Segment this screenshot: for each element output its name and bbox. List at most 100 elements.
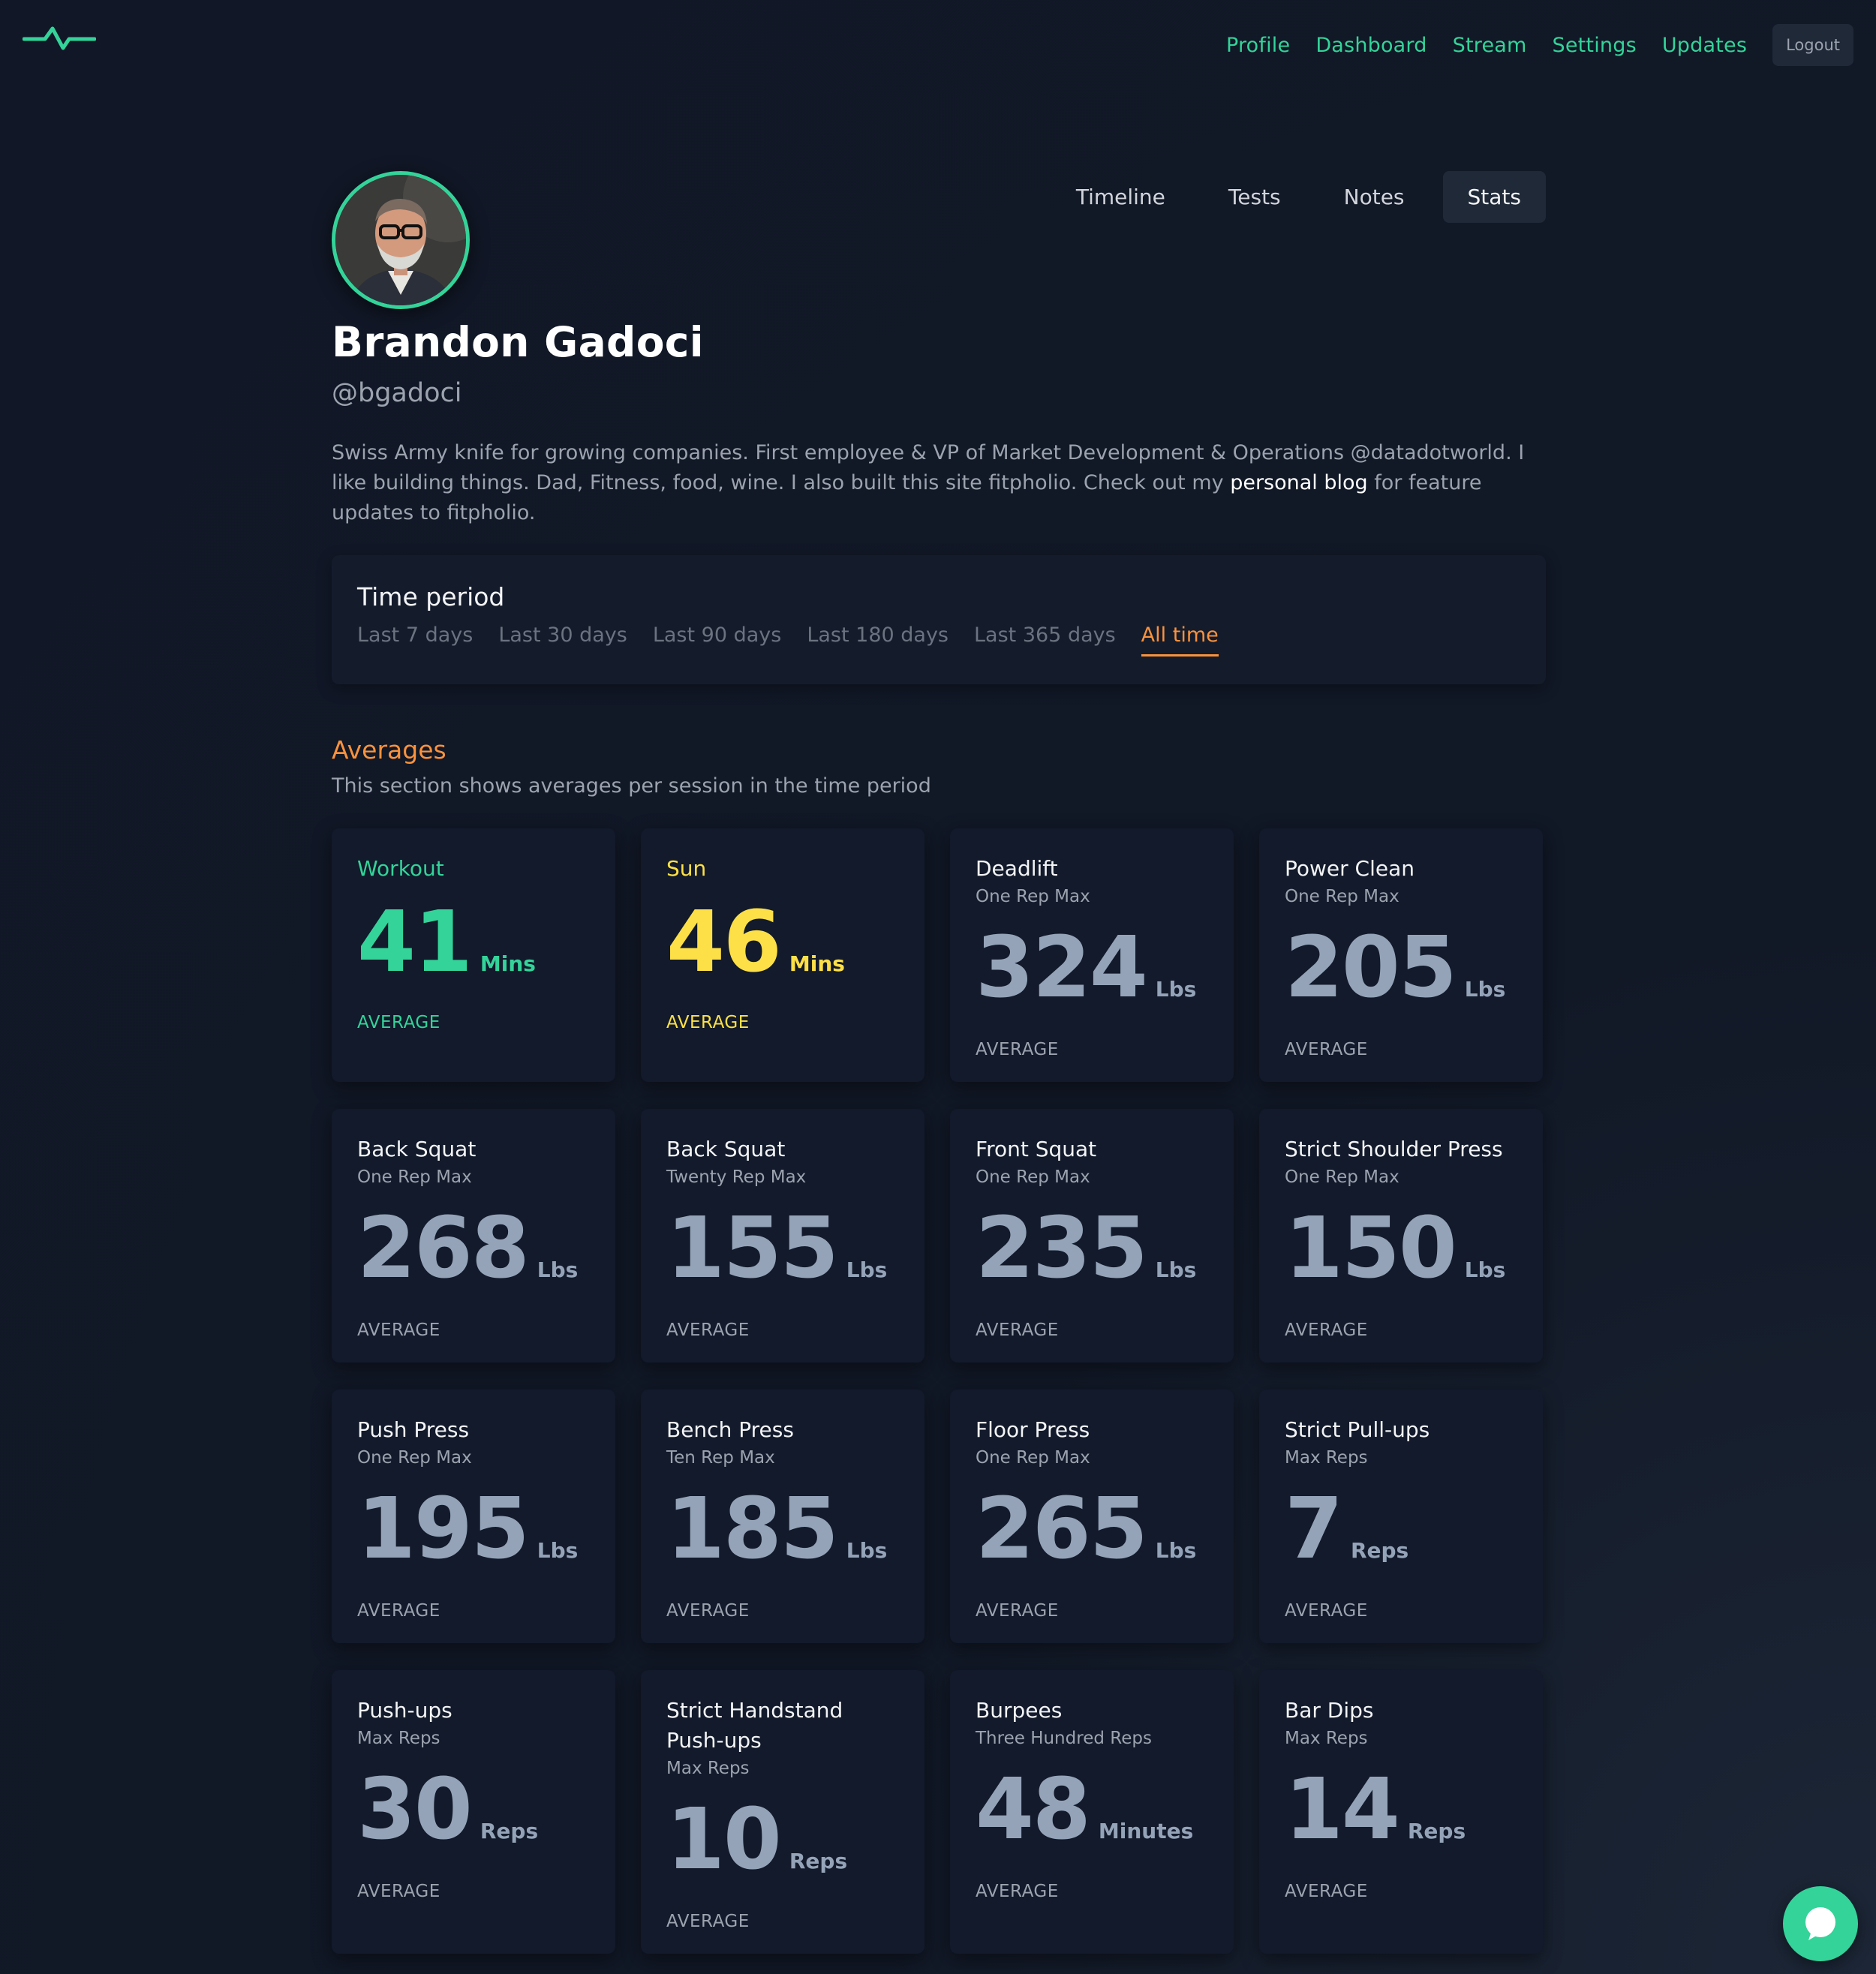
chat-bubble-icon	[1805, 1907, 1835, 1940]
stat-card-value-row: 46 Mins	[666, 900, 845, 984]
stat-card[interactable]: Sun 46 Mins AVERAGE	[641, 828, 924, 1082]
stat-card-value: 235	[976, 1200, 1148, 1297]
logout-button[interactable]: Logout	[1772, 24, 1853, 66]
stat-card-unit: Lbs	[1155, 1538, 1197, 1563]
stat-card-unit: Reps	[1407, 1819, 1466, 1843]
stat-card-subtitle: Max Reps	[1285, 1729, 1368, 1748]
stat-card-label: AVERAGE	[357, 1601, 440, 1621]
stat-card-value-row: 7 Reps	[1285, 1487, 1409, 1571]
nav-link-dashboard[interactable]: Dashboard	[1315, 34, 1427, 57]
stat-card-value: 10	[666, 1791, 782, 1888]
stat-card[interactable]: Bar Dips Max Reps 14 Reps AVERAGE	[1259, 1670, 1543, 1954]
chat-button[interactable]	[1783, 1886, 1858, 1961]
stat-card-subtitle: One Rep Max	[976, 1448, 1090, 1468]
stat-card[interactable]: Push-ups Max Reps 30 Reps AVERAGE	[332, 1670, 615, 1954]
stat-card-title: Front Squat	[976, 1137, 1097, 1161]
tab-stats[interactable]: Stats	[1442, 171, 1546, 223]
stat-card-subtitle: Twenty Rep Max	[666, 1167, 807, 1187]
nav-link-updates[interactable]: Updates	[1662, 34, 1747, 57]
averages-title: Averages	[332, 735, 446, 765]
stat-card-value-row: 324 Lbs	[976, 926, 1196, 1010]
stat-card-value: 41	[357, 894, 473, 991]
stat-card[interactable]: Front Squat One Rep Max 235 Lbs AVERAGE	[950, 1109, 1234, 1363]
time-period-panel: Time period Last 7 days Last 30 days Las…	[332, 555, 1546, 684]
stat-card-label: AVERAGE	[976, 1321, 1059, 1340]
stat-card[interactable]: Bench Press Ten Rep Max 185 Lbs AVERAGE	[641, 1390, 924, 1643]
stat-card-subtitle: Max Reps	[1285, 1448, 1368, 1468]
stat-card-value-row: 14 Reps	[1285, 1768, 1466, 1852]
stat-card-unit: Mins	[480, 951, 536, 976]
stat-card-unit: Lbs	[846, 1257, 888, 1282]
stat-card[interactable]: Floor Press One Rep Max 265 Lbs AVERAGE	[950, 1390, 1234, 1643]
stat-card-title: Strict Handstand Push-ups	[666, 1698, 843, 1753]
stat-card-unit: Lbs	[1155, 1257, 1197, 1282]
stat-card-value: 155	[666, 1200, 839, 1297]
time-period-title: Time period	[357, 582, 505, 611]
stat-card-label: AVERAGE	[1285, 1882, 1368, 1901]
stat-card-unit: Mins	[789, 951, 845, 976]
stat-card-value-row: 265 Lbs	[976, 1487, 1196, 1571]
period-option-365-days[interactable]: Last 365 days	[974, 623, 1116, 656]
stat-card[interactable]: Back Squat Twenty Rep Max 155 Lbs AVERAGE	[641, 1109, 924, 1363]
stat-card-value-row: 268 Lbs	[357, 1206, 578, 1290]
stat-card-value: 195	[357, 1480, 530, 1578]
stat-card-title: Back Squat	[666, 1137, 786, 1161]
stat-card-value-row: 185 Lbs	[666, 1487, 887, 1571]
stat-card-value-row: 48 Minutes	[976, 1768, 1193, 1852]
tab-timeline[interactable]: Timeline	[1051, 171, 1190, 223]
stat-card-label: AVERAGE	[666, 1321, 750, 1340]
stat-card[interactable]: Back Squat One Rep Max 268 Lbs AVERAGE	[332, 1109, 615, 1363]
period-option-all-time[interactable]: All time	[1141, 623, 1219, 656]
stat-card[interactable]: Strict Handstand Push-ups Max Reps 10 Reps A…	[641, 1670, 924, 1954]
stat-card-value: 30	[357, 1761, 473, 1858]
pulse-icon[interactable]	[23, 23, 96, 53]
stat-card-unit: Lbs	[1155, 977, 1197, 1002]
stat-card-title: Bench Press	[666, 1417, 794, 1442]
stat-card-subtitle: One Rep Max	[976, 887, 1090, 906]
period-option-7-days[interactable]: Last 7 days	[357, 623, 473, 656]
stat-card[interactable]: Power Clean One Rep Max 205 Lbs AVERAGE	[1259, 828, 1543, 1082]
stat-card-title: Back Squat	[357, 1137, 477, 1161]
period-option-30-days[interactable]: Last 30 days	[498, 623, 627, 656]
period-option-180-days[interactable]: Last 180 days	[807, 623, 949, 656]
personal-blog-link[interactable]: personal blog	[1230, 471, 1367, 494]
nav-link-stream[interactable]: Stream	[1453, 34, 1527, 57]
stat-card-subtitle: One Rep Max	[357, 1448, 472, 1468]
stat-card[interactable]: Push Press One Rep Max 195 Lbs AVERAGE	[332, 1390, 615, 1643]
stat-card-title: Burpees	[976, 1698, 1063, 1723]
stat-card-title: Push-ups	[357, 1698, 452, 1723]
stat-card-label: AVERAGE	[666, 1912, 750, 1931]
profile-name: Brandon Gadoci	[332, 318, 704, 366]
stat-card-label: AVERAGE	[666, 1601, 750, 1621]
profile-tabs: Timeline Tests Notes Stats	[1038, 171, 1546, 223]
stat-card[interactable]: Strict Pull-ups Max Reps 7 Reps AVERAGE	[1259, 1390, 1543, 1643]
stat-card-subtitle: Ten Rep Max	[666, 1448, 775, 1468]
stat-card[interactable]: Deadlift One Rep Max 324 Lbs AVERAGE	[950, 828, 1234, 1082]
nav-link-settings[interactable]: Settings	[1553, 34, 1637, 57]
profile-bio: Swiss Army knife for growing companies. …	[332, 438, 1546, 528]
stat-card-subtitle: One Rep Max	[357, 1167, 472, 1187]
stat-card-unit: Lbs	[1464, 977, 1506, 1002]
stat-card[interactable]: Strict Shoulder Press One Rep Max 150 Lbs AV…	[1259, 1109, 1543, 1363]
nav-link-profile[interactable]: Profile	[1226, 34, 1290, 57]
stat-card-title: Deadlift	[976, 856, 1058, 881]
period-option-90-days[interactable]: Last 90 days	[653, 623, 782, 656]
stat-card-title: Workout	[357, 856, 444, 881]
avatar	[332, 171, 470, 309]
stat-card[interactable]: Burpees Three Hundred Reps 48 Minutes AVERAG…	[950, 1670, 1234, 1954]
stat-card-value-row: 205 Lbs	[1285, 926, 1505, 1010]
stat-card[interactable]: Workout 41 Mins AVERAGE	[332, 828, 615, 1082]
stat-card-title: Push Press	[357, 1417, 470, 1442]
stat-card-unit: Lbs	[537, 1538, 579, 1563]
stat-card-unit: Reps	[480, 1819, 539, 1843]
stat-card-value-row: 150 Lbs	[1285, 1206, 1505, 1290]
stat-card-value: 46	[666, 894, 782, 991]
stat-card-subtitle: Max Reps	[666, 1759, 750, 1778]
tab-tests[interactable]: Tests	[1204, 171, 1306, 223]
stat-card-label: AVERAGE	[976, 1601, 1059, 1621]
stat-card-title: Strict Shoulder Press	[1285, 1137, 1503, 1161]
stat-card-value-row: 235 Lbs	[976, 1206, 1196, 1290]
tab-notes[interactable]: Notes	[1319, 171, 1430, 223]
stat-card-unit: Reps	[1350, 1538, 1409, 1563]
stat-card-title: Bar Dips	[1285, 1698, 1374, 1723]
